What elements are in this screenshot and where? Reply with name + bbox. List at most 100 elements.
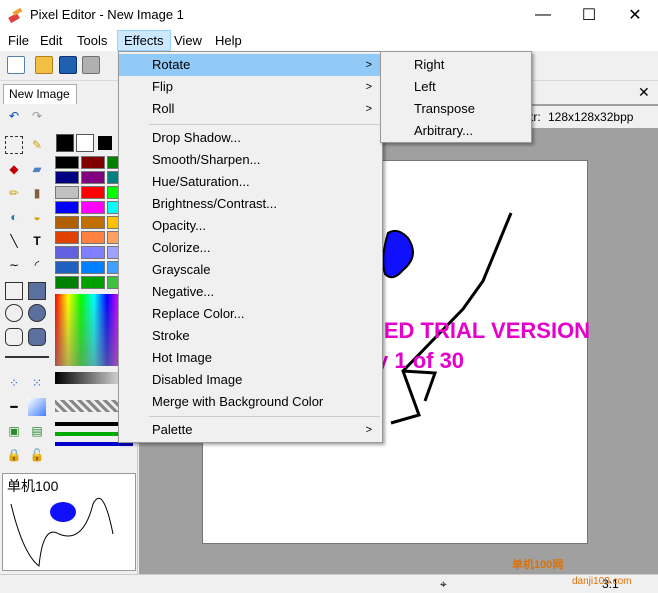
menu-item-transpose[interactable]: Transpose — [381, 98, 531, 120]
rectangle-icon[interactable] — [5, 282, 23, 300]
watermark-line-1: RED TRIAL VERSION — [368, 318, 591, 343]
copy-layer-icon[interactable]: ▤ — [28, 422, 46, 440]
line-icon[interactable]: ╲ — [5, 232, 23, 250]
line-width-selector[interactable] — [5, 356, 49, 358]
watermark-line-2: y 1 of 30 — [376, 348, 465, 373]
color-swatch[interactable] — [55, 246, 79, 259]
branding-text: 单机100网 — [512, 559, 564, 571]
rounded-rect-icon[interactable] — [5, 328, 23, 346]
menu-effects[interactable]: Effects — [117, 30, 171, 51]
menu-item-palette[interactable]: Palette > — [119, 419, 382, 441]
undo-icon[interactable]: ↶ — [5, 107, 23, 125]
menu-item-grayscale[interactable]: Grayscale — [119, 259, 382, 281]
open-folder-icon[interactable] — [35, 56, 53, 74]
effects-menu: Rotate > Flip > Roll > Drop Shadow... Smoot… — [118, 51, 383, 443]
paintbrush-icon[interactable]: ▮ — [28, 184, 46, 202]
menu-item-drop-shadow[interactable]: Drop Shadow... — [119, 127, 382, 149]
menu-item-roll[interactable]: Roll > — [119, 98, 382, 120]
menu-separator — [149, 124, 380, 125]
layers-icon[interactable]: ▣ — [5, 422, 23, 440]
flood-fill-icon[interactable]: ◒ — [28, 208, 46, 226]
redo-icon[interactable]: ↷ — [28, 107, 46, 125]
menu-item-smooth-sharpen[interactable]: Smooth/Sharpen... — [119, 149, 382, 171]
save-icon[interactable] — [59, 56, 77, 74]
menu-file[interactable]: File — [2, 30, 35, 51]
color-swatch[interactable] — [55, 216, 79, 229]
close-document-icon[interactable]: ✕ — [638, 84, 650, 101]
menu-edit[interactable]: Edit — [34, 30, 68, 51]
maximize-button[interactable]: ☐ — [566, 0, 612, 30]
arc-icon[interactable]: ◜ — [28, 256, 46, 274]
preview-thumbnail — [10, 497, 114, 567]
document-tab[interactable]: New Image 1 — [3, 84, 77, 119]
color-swatch[interactable] — [81, 231, 105, 244]
swap-color-icon[interactable] — [98, 136, 112, 150]
filled-rectangle-icon[interactable] — [28, 282, 46, 300]
color-swatch[interactable] — [81, 246, 105, 259]
filled-rounded-rect-icon[interactable] — [28, 328, 46, 346]
close-button[interactable]: ✕ — [612, 0, 658, 30]
menu-item-brightness-contrast[interactable]: Brightness/Contrast... — [119, 193, 382, 215]
app-icon — [8, 7, 23, 23]
menu-item-hue-saturation[interactable]: Hue/Saturation... — [119, 171, 382, 193]
menu-bar: File Edit Tools Effects View Help — [0, 30, 658, 51]
dots-pattern-icon[interactable]: ⁘ — [5, 374, 23, 392]
text-icon[interactable]: T — [28, 232, 46, 250]
ellipse-icon[interactable] — [5, 304, 23, 322]
menu-item-rotate[interactable]: Rotate > — [119, 54, 382, 76]
minimize-button[interactable]: — — [520, 0, 566, 30]
color-swatch[interactable] — [81, 156, 105, 169]
gradient-icon[interactable] — [28, 398, 46, 416]
lock-icon[interactable]: 🔒 — [5, 446, 23, 464]
color-swatch[interactable] — [55, 261, 79, 274]
color-swatch[interactable] — [81, 216, 105, 229]
color-picker-icon[interactable]: ◐ — [5, 208, 23, 226]
color-swatch[interactable] — [81, 261, 105, 274]
menu-item-rotate-right[interactable]: Right — [381, 54, 531, 76]
submenu-arrow-icon: > — [365, 424, 372, 436]
menu-view[interactable]: View — [168, 30, 208, 51]
color-swatch[interactable] — [81, 171, 105, 184]
window-title: Pixel Editor - New Image 1 — [30, 7, 184, 22]
cursor-position-icon: ⌖ — [440, 577, 447, 591]
color-swatch[interactable] — [81, 276, 105, 289]
eraser-icon[interactable]: ▰ — [28, 160, 46, 178]
color-swatch[interactable] — [55, 156, 79, 169]
background-color[interactable] — [76, 134, 94, 152]
color-swatch[interactable] — [55, 186, 79, 199]
menu-item-hot-image[interactable]: Hot Image — [119, 347, 382, 369]
foreground-color[interactable] — [56, 134, 74, 152]
menu-item-opacity[interactable]: Opacity... — [119, 215, 382, 237]
color-swatch[interactable] — [55, 201, 79, 214]
menu-item-stroke[interactable]: Stroke — [119, 325, 382, 347]
filled-ellipse-icon[interactable] — [28, 304, 46, 322]
unlock-icon[interactable]: 🔓 — [28, 446, 46, 464]
curve-icon[interactable]: ∼ — [5, 256, 23, 274]
print-icon[interactable] — [82, 56, 100, 74]
menu-separator — [149, 416, 380, 417]
menu-item-replace-color[interactable]: Replace Color... — [119, 303, 382, 325]
menu-item-disabled-image[interactable]: Disabled Image — [119, 369, 382, 391]
color-swatch[interactable] — [55, 276, 79, 289]
menu-item-negative[interactable]: Negative... — [119, 281, 382, 303]
fill-bucket-icon[interactable]: ◆ — [5, 160, 23, 178]
thick-line-icon[interactable]: ━ — [5, 398, 23, 416]
menu-item-merge-background[interactable]: Merge with Background Color — [119, 391, 382, 413]
scatter-icon[interactable]: ⁙ — [28, 374, 46, 392]
menu-item-arbitrary[interactable]: Arbitrary... — [381, 120, 531, 142]
new-file-icon[interactable] — [7, 56, 25, 74]
pencil-icon[interactable]: ✎ — [28, 136, 46, 154]
submenu-arrow-icon: > — [365, 103, 372, 115]
menu-item-rotate-left[interactable]: Left — [381, 76, 531, 98]
menu-item-flip[interactable]: Flip > — [119, 76, 382, 98]
menu-help[interactable]: Help — [209, 30, 248, 51]
color-swatch[interactable] — [81, 201, 105, 214]
brush-icon[interactable]: ✏ — [5, 184, 23, 202]
status-bar: ⌖ 3:1 — [0, 574, 658, 593]
color-swatch[interactable] — [55, 171, 79, 184]
menu-item-colorize[interactable]: Colorize... — [119, 237, 382, 259]
menu-tools[interactable]: Tools — [71, 30, 113, 51]
color-swatch[interactable] — [55, 231, 79, 244]
select-rect-icon[interactable] — [5, 136, 23, 154]
color-swatch[interactable] — [81, 186, 105, 199]
